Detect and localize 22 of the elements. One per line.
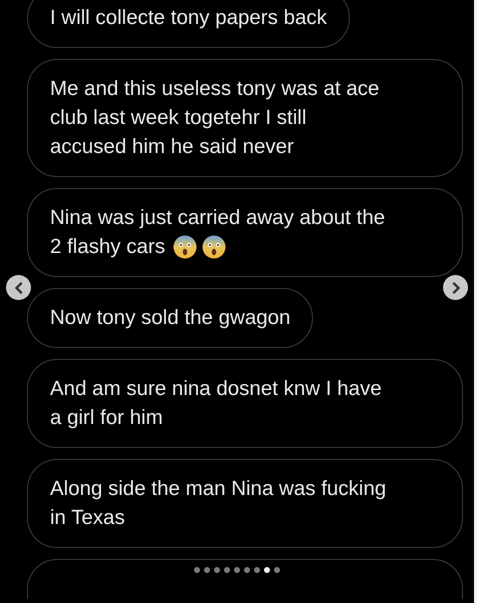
- scared-face-icon: [202, 234, 226, 258]
- message-text: And am sure nina dosnet knw I have a girl for him: [50, 376, 383, 431]
- page-dot[interactable]: [274, 567, 280, 573]
- next-button[interactable]: [443, 275, 468, 300]
- message-text: Me and this useless tony was at ace club last week togetehr I still accused him he said never: [50, 76, 380, 160]
- scared-face-icon: [173, 234, 198, 258]
- message-text: 2 flashy cars: [50, 234, 166, 260]
- message-text: Now tony sold the gwagon: [50, 305, 290, 331]
- page-dot[interactable]: [204, 567, 210, 573]
- page-dot[interactable]: [214, 567, 220, 573]
- message-text: Nina was just carried away about the: [50, 205, 386, 231]
- previous-button[interactable]: [6, 275, 31, 300]
- page-dot[interactable]: [194, 567, 200, 573]
- chevron-right-icon: [450, 282, 460, 294]
- chevron-left-icon: [14, 282, 24, 294]
- page-dot[interactable]: [244, 567, 250, 573]
- message-text: Along side the man Nina was fucking in Texas: [50, 476, 388, 531]
- message-text: I will collecte tony papers back: [50, 5, 327, 31]
- page-dot[interactable]: [264, 567, 270, 573]
- page-dot[interactable]: [234, 567, 240, 573]
- page-dot[interactable]: [254, 567, 260, 573]
- page-dot[interactable]: [224, 567, 230, 573]
